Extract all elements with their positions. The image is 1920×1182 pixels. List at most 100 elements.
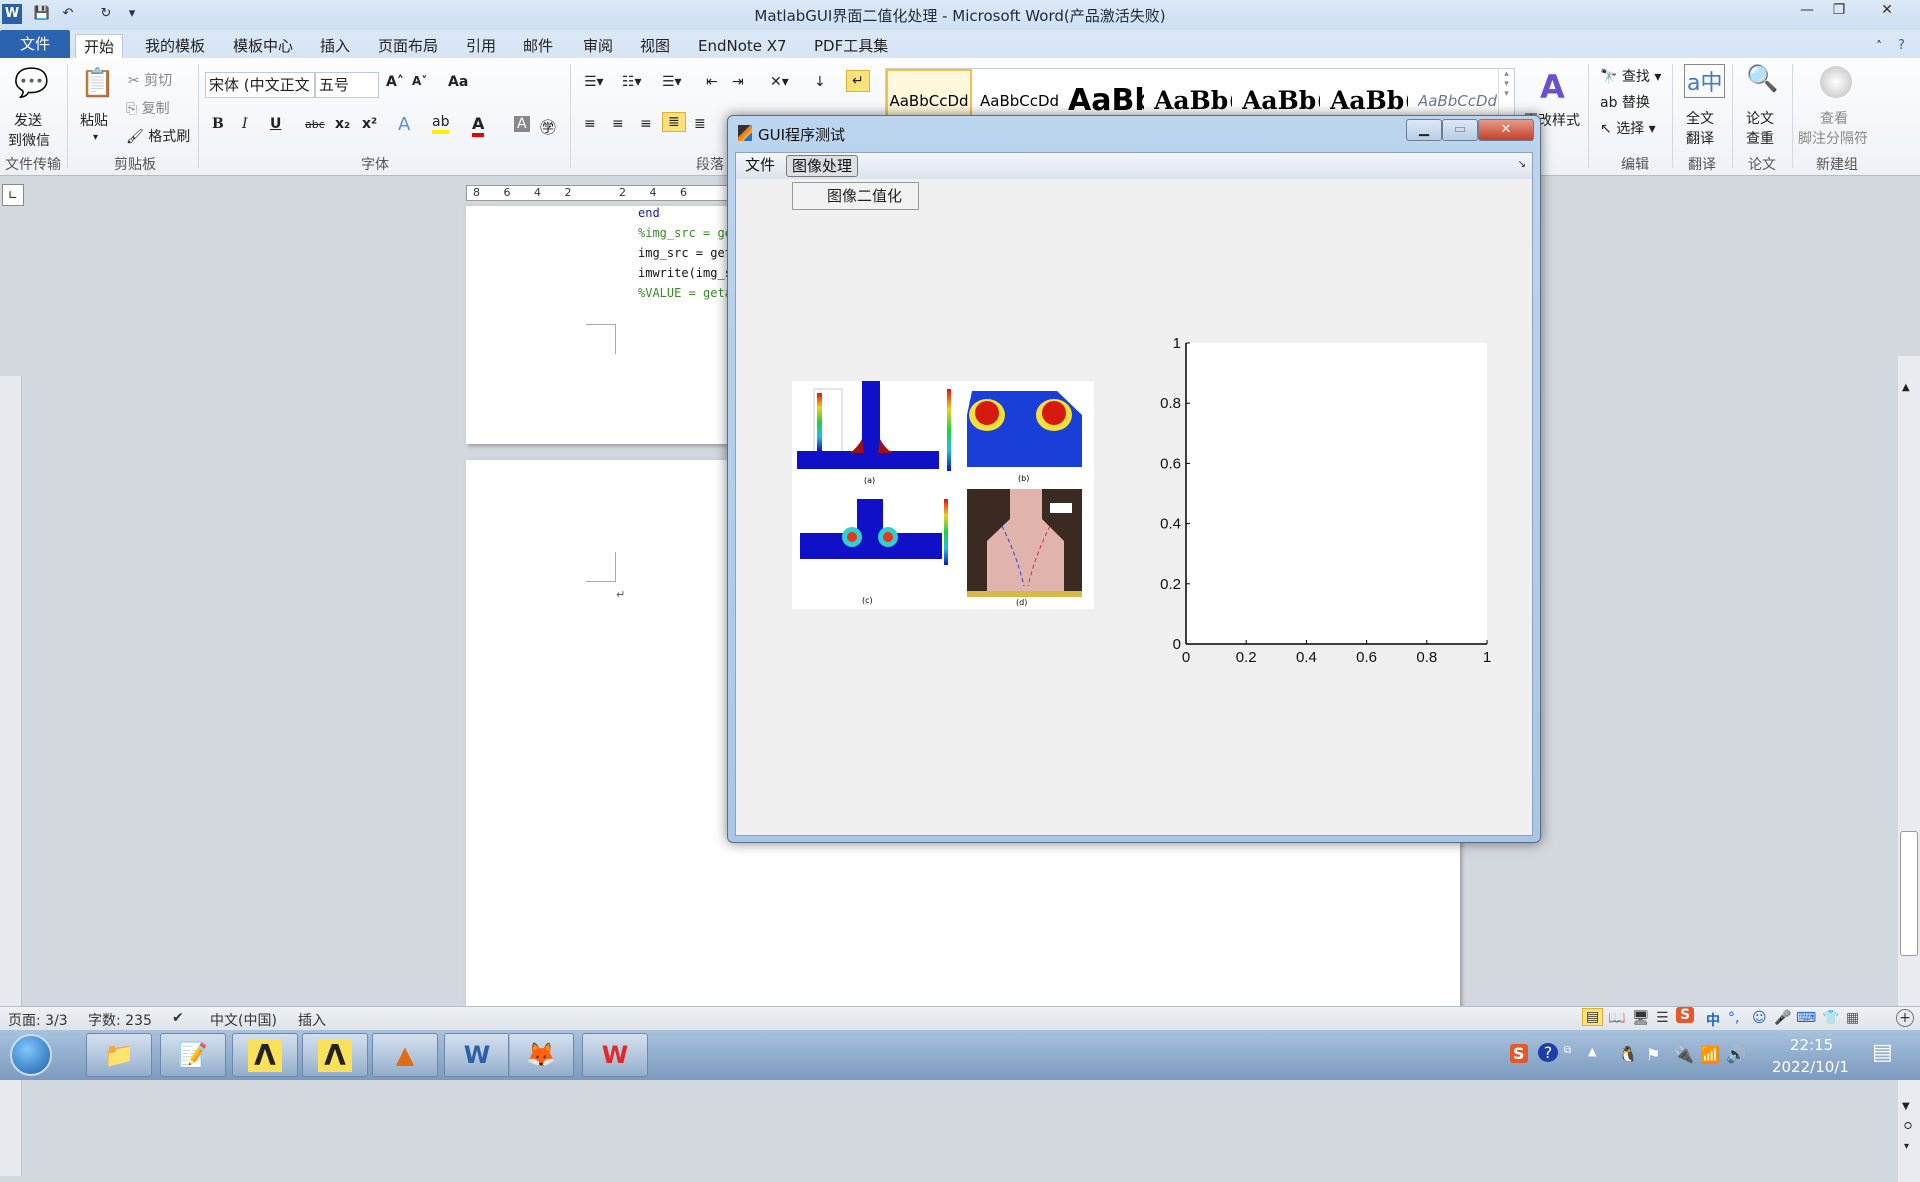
shrink-font-button[interactable]: A˅ (412, 74, 427, 88)
taskbar-matlab[interactable]: ▲ (372, 1033, 438, 1077)
ime-punctuation[interactable]: °, (1728, 1010, 1739, 1026)
tray-show-hidden-icon[interactable]: ▲ (1588, 1045, 1596, 1058)
page-count[interactable]: 页面: 3/3 (8, 1010, 68, 1030)
select-button[interactable]: ↖ 选择 ▾ (1600, 118, 1656, 138)
bullets-icon[interactable]: ☰▾ (584, 74, 604, 90)
tray-action-center-icon[interactable]: ⚑ (1646, 1045, 1660, 1064)
align-left-icon[interactable]: ≡ (584, 116, 596, 132)
footnote-label-2[interactable]: 脚注分隔符 (1798, 128, 1868, 148)
taskbar-notepad[interactable]: 📝 (160, 1033, 226, 1077)
paper-check-label-1[interactable]: 论文 (1746, 108, 1774, 128)
zoom-in-icon[interactable]: + (1896, 1009, 1914, 1027)
tab-template-center[interactable]: 模板中心 (225, 34, 301, 58)
web-layout-icon[interactable]: 🖥 (1632, 1010, 1650, 1026)
tray-sogou-icon[interactable]: S (1510, 1044, 1528, 1063)
tab-stop-selector[interactable]: ∟ (2, 184, 24, 206)
language-indicator[interactable]: 中文(中国) (210, 1010, 277, 1030)
bold-button[interactable]: B (212, 116, 224, 132)
font-name-combo[interactable]: 宋体 (中文正文 (205, 72, 315, 98)
superscript-button[interactable]: x² (362, 116, 377, 132)
gui-minimize-button[interactable]: ▁ (1406, 119, 1442, 141)
proofing-icon[interactable]: ✔ (172, 1010, 184, 1026)
paste-dropdown-icon[interactable]: ▾ (93, 132, 98, 143)
char-shading-icon[interactable]: A (514, 116, 530, 132)
tray-network-icon[interactable]: 📶 (1700, 1045, 1720, 1064)
strikethrough-button[interactable]: abc (305, 118, 325, 131)
tab-pdf-tools[interactable]: PDF工具集 (806, 34, 896, 58)
tray-volume-icon[interactable]: 🔊 (1726, 1045, 1746, 1064)
copy-button[interactable]: ⎘ 复制 (126, 98, 170, 118)
underline-button[interactable]: U (270, 116, 281, 132)
send-wechat-label-1[interactable]: 发送 (14, 110, 42, 130)
align-center-icon[interactable]: ≡ (612, 116, 624, 132)
close-button[interactable]: ✕ (1868, 0, 1906, 22)
tray-qq-icon[interactable]: 🐧 (1618, 1045, 1638, 1064)
tab-review[interactable]: 审阅 (575, 34, 621, 58)
multilevel-list-icon[interactable]: ☰▾ (662, 74, 682, 90)
tab-insert[interactable]: 插入 (312, 34, 358, 58)
sort-icon[interactable]: ↓ (814, 74, 826, 90)
taskbar-app-lambda-2[interactable]: Λ (302, 1033, 368, 1077)
tab-page-layout[interactable]: 页面布局 (370, 34, 446, 58)
align-right-icon[interactable]: ≡ (640, 116, 652, 132)
ime-emoji-icon[interactable]: ☺ (1752, 1010, 1767, 1026)
tray-help-icon[interactable]: ? (1538, 1043, 1558, 1062)
find-button[interactable]: 🔭 查找 ▾ (1600, 66, 1661, 86)
font-color-icon[interactable]: A (472, 114, 485, 137)
help-icon[interactable]: ? (1890, 34, 1913, 58)
chinese-layout-icon[interactable]: ✕▾ (770, 74, 789, 90)
grow-font-button[interactable]: A˄ (386, 74, 404, 90)
tab-home[interactable]: 开始 (75, 34, 124, 58)
restore-button[interactable]: ❐ (1820, 0, 1858, 22)
print-layout-icon[interactable]: ▤ (1582, 1008, 1604, 1026)
full-reading-icon[interactable]: 📖 (1608, 1010, 1625, 1026)
tab-file[interactable]: 文件 (0, 30, 70, 58)
ime-toolbox-icon[interactable]: ▦ (1846, 1010, 1859, 1026)
clock-time[interactable]: 22:15 (1790, 1036, 1833, 1054)
highlight-icon[interactable]: ab (432, 114, 450, 134)
justify-icon[interactable]: ≣ (662, 112, 686, 132)
prev-page-icon[interactable]: ⭘ (1904, 1121, 1912, 1132)
show-marks-icon[interactable]: ↵ (846, 70, 870, 92)
taskbar-app-lambda-1[interactable]: Λ (232, 1033, 298, 1077)
show-desktop-icon[interactable]: ▤ (1872, 1040, 1893, 1065)
text-effect-icon[interactable]: A (398, 114, 410, 135)
tab-references[interactable]: 引用 (458, 34, 504, 58)
paper-check-label-2[interactable]: 查重 (1746, 128, 1774, 148)
word-count[interactable]: 字数: 235 (88, 1010, 152, 1030)
result-axes[interactable]: 0 0.2 0.4 0.6 0.8 1 0 0.2 0.4 0.6 0.8 1 (736, 153, 1532, 837)
insert-mode[interactable]: 插入 (298, 1010, 326, 1030)
tray-window-icon[interactable]: ⧉ (1564, 1045, 1571, 1056)
cut-button[interactable]: ✂ 剪切 (128, 70, 172, 90)
clock-date[interactable]: 2022/10/1 (1772, 1058, 1849, 1076)
numbering-icon[interactable]: ☷▾ (622, 74, 642, 90)
paste-button[interactable]: 粘贴 (80, 110, 108, 130)
ribbon-collapse-icon[interactable]: ˄ (1868, 34, 1890, 58)
taskbar-word[interactable]: W (444, 1033, 510, 1077)
decrease-indent-icon[interactable]: ⇤ (706, 74, 718, 90)
horizontal-ruler[interactable]: 8 6 4 2 2 4 6 (466, 185, 736, 201)
ime-keyboard-icon[interactable]: ⌨ (1796, 1010, 1816, 1026)
scroll-up-icon[interactable]: ▲ (1902, 382, 1910, 393)
start-button[interactable] (10, 1034, 52, 1076)
tab-my-templates[interactable]: 我的模板 (137, 34, 213, 58)
sogou-ime-icon[interactable]: S (1676, 1007, 1695, 1023)
next-page-icon[interactable]: ▾ (1904, 1141, 1909, 1152)
send-wechat-label-2[interactable]: 到微信 (8, 130, 50, 150)
gui-maximize-button[interactable]: ▭ (1442, 119, 1478, 141)
gui-close-button[interactable]: ✕ (1478, 119, 1534, 141)
tab-endnote[interactable]: EndNote X7 (690, 34, 795, 58)
taskbar-file-explorer[interactable]: 📁 (86, 1033, 152, 1077)
replace-button[interactable]: ab 替换 (1600, 92, 1650, 112)
ime-voice-icon[interactable]: 🎤 (1774, 1010, 1791, 1026)
format-painter-button[interactable]: 🖌 格式刷 (126, 126, 190, 146)
subscript-button[interactable]: x₂ (335, 116, 350, 132)
ime-skin-icon[interactable]: 👕 (1822, 1010, 1839, 1026)
outline-icon[interactable]: ☰ (1656, 1010, 1669, 1026)
taskbar-firefox[interactable]: 🦊 (508, 1033, 574, 1077)
taskbar-wps[interactable]: W (582, 1033, 648, 1077)
tab-view[interactable]: 视图 (632, 34, 678, 58)
font-size-combo[interactable]: 五号 (315, 72, 379, 98)
scroll-down-icon[interactable]: ▼ (1902, 1101, 1910, 1112)
italic-button[interactable]: I (242, 116, 248, 132)
